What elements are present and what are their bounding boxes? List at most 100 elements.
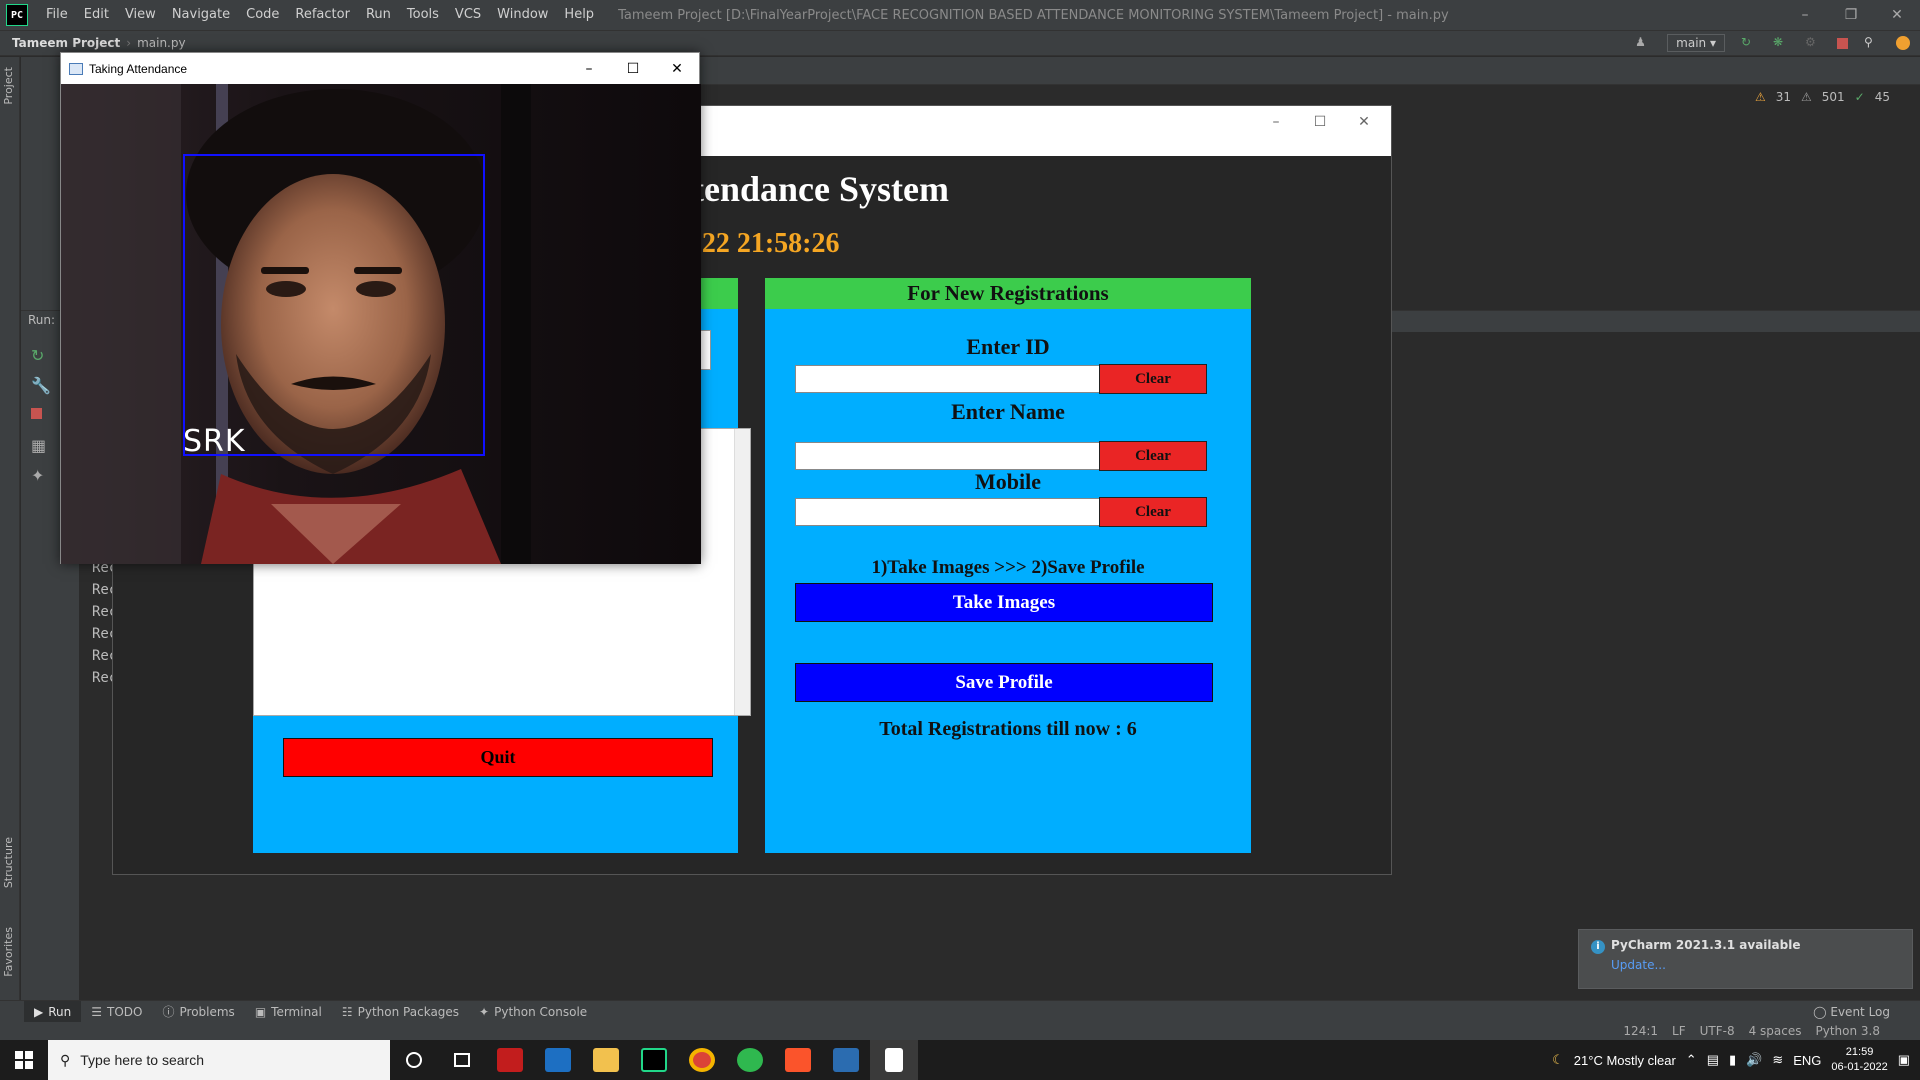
menu-file[interactable]: File [38,0,76,30]
photos-icon[interactable] [822,1040,870,1080]
clear-name-button[interactable]: Clear [1099,441,1207,471]
minimize-icon[interactable]: – [1782,0,1828,30]
file-explorer-icon[interactable] [582,1040,630,1080]
debug-icon[interactable]: ❋ [1773,35,1789,51]
enter-name-label: Enter Name [951,399,1065,424]
mail-icon[interactable] [534,1040,582,1080]
wrench-icon[interactable]: 🔧 [31,376,51,395]
pycharm-taskbar-icon[interactable] [630,1040,678,1080]
menu-window[interactable]: Window [489,0,556,30]
app-maximize-icon[interactable]: ☐ [1305,114,1335,138]
take-images-button[interactable]: Take Images [795,583,1213,622]
restore-icon[interactable]: ❐ [1828,0,1874,30]
notifications-icon[interactable]: ▣ [1898,1052,1910,1068]
status-encoding[interactable]: UTF-8 [1700,1024,1735,1038]
pin-icon[interactable]: ✦ [31,466,45,485]
camera-close-icon[interactable]: ✕ [655,53,699,84]
search-icon[interactable]: ⚲ [1864,35,1880,51]
taskbar-clock[interactable]: 21:59 06-01-2022 [1831,1045,1887,1075]
menu-help[interactable]: Help [556,0,602,30]
save-profile-button[interactable]: Save Profile [795,663,1213,702]
tab-todo-label: TODO [107,1004,143,1019]
menu-run[interactable]: Run [358,0,399,30]
warnings-count: 31 [1775,90,1791,104]
camera-feed: SRK [61,84,701,564]
stop-icon[interactable] [1837,37,1848,49]
status-line-separator[interactable]: LF [1672,1024,1686,1038]
start-button[interactable] [0,1040,48,1080]
tab-python-console[interactable]: ✦ Python Console [469,1001,597,1023]
name-field[interactable] [795,442,1100,470]
run-config-selector[interactable]: main ▾ [1667,34,1725,52]
clear-mobile-button[interactable]: Clear [1099,497,1207,527]
camera-minimize-icon[interactable]: – [567,53,611,84]
menu-vcs[interactable]: VCS [447,0,489,30]
run-tab-icon: ▶ [34,1004,44,1019]
status-indent[interactable]: 4 spaces [1749,1024,1802,1038]
tab-terminal[interactable]: ▣ Terminal [245,1001,332,1023]
menu-tools[interactable]: Tools [399,0,447,30]
windows-taskbar: ⚲ Type here to search ☾ 21°C Mostly clea… [0,1040,1920,1080]
menu-view[interactable]: View [117,0,164,30]
tab-structure[interactable]: Structure [2,837,15,888]
inspection-widget[interactable]: ⚠ 31 ⚠ 501 ✓ 45 [1755,90,1890,104]
weather-text[interactable]: 21°C Mostly clear [1574,1053,1676,1068]
tab-python-packages[interactable]: ☷ Python Packages [332,1001,469,1023]
attendance-table-scrollbar[interactable] [734,429,750,715]
notification-title: PyCharm 2021.3.1 available [1611,938,1801,952]
warning-icon: ⚠ [1754,90,1766,104]
id-field[interactable] [795,365,1100,393]
green-app-icon[interactable] [726,1040,774,1080]
menu-refactor[interactable]: Refactor [287,0,358,30]
layout-icon[interactable]: ▦ [31,436,46,455]
close-icon[interactable]: ✕ [1874,0,1920,30]
stop-run-icon[interactable] [31,408,42,419]
brave-icon[interactable] [774,1040,822,1080]
ide-window-title: Tameem Project [D:\FinalYearProject\FACE… [618,7,1449,23]
update-link[interactable]: Update... [1611,958,1900,972]
status-interpreter[interactable]: Python 3.8 [1816,1024,1881,1038]
tab-run[interactable]: ▶ Run [24,1000,82,1023]
ide-window-controls: – ❐ ✕ [1782,0,1920,30]
wifi-icon[interactable]: ≋ [1772,1052,1783,1068]
update-notification: i PyCharm 2021.3.1 available Update... [1578,929,1913,989]
mobile-field[interactable] [795,498,1100,526]
info-icon: i [1591,940,1605,954]
cortana-icon[interactable] [390,1040,438,1080]
quit-button[interactable]: Quit [283,738,713,777]
network-icon[interactable]: ▤ [1707,1052,1719,1068]
tab-project[interactable]: Project [2,67,15,105]
menu-edit[interactable]: Edit [76,0,117,30]
app-close-icon[interactable]: ✕ [1349,114,1379,138]
run-icon[interactable]: ↻ [1741,35,1757,51]
breadcrumb-project[interactable]: Tameem Project [12,36,120,50]
breadcrumb-file[interactable]: main.py [137,36,186,50]
app-minimize-icon[interactable]: – [1261,114,1291,138]
tab-problems[interactable]: ⓘ Problems [152,1001,244,1023]
clear-id-button[interactable]: Clear [1099,364,1207,394]
recognized-face-label: SRK [183,424,246,459]
update-icon[interactable] [1896,36,1910,50]
chrome-icon[interactable] [678,1040,726,1080]
status-caret[interactable]: 124:1 [1623,1024,1658,1038]
tray-chevron-icon[interactable]: ⌃ [1686,1052,1697,1068]
user-icon[interactable]: ♟ [1635,35,1651,51]
tab-todo[interactable]: ☰ TODO [81,1001,152,1023]
tab-run-label: Run [48,1004,72,1019]
camera-maximize-icon[interactable]: ☐ [611,53,655,84]
taskbar-search[interactable]: ⚲ Type here to search [48,1040,390,1080]
battery-icon[interactable]: ▮ [1729,1052,1736,1068]
language-indicator[interactable]: ENG [1793,1053,1821,1068]
app-red-icon[interactable] [486,1040,534,1080]
volume-icon[interactable]: 🔊 [1746,1052,1762,1068]
enter-id-label: Enter ID [966,334,1050,359]
rerun-icon[interactable]: ↻ [31,346,45,365]
clock-time: 21:59 [1845,1046,1874,1058]
event-log-button[interactable]: ◯ Event Log [1813,1001,1890,1023]
notepad-icon[interactable] [870,1040,918,1080]
menu-code[interactable]: Code [238,0,287,30]
tab-favorites[interactable]: Favorites [2,927,15,977]
menu-navigate[interactable]: Navigate [164,0,238,30]
task-view-icon[interactable] [438,1040,486,1080]
coverage-icon[interactable]: ⚙ [1805,35,1821,51]
